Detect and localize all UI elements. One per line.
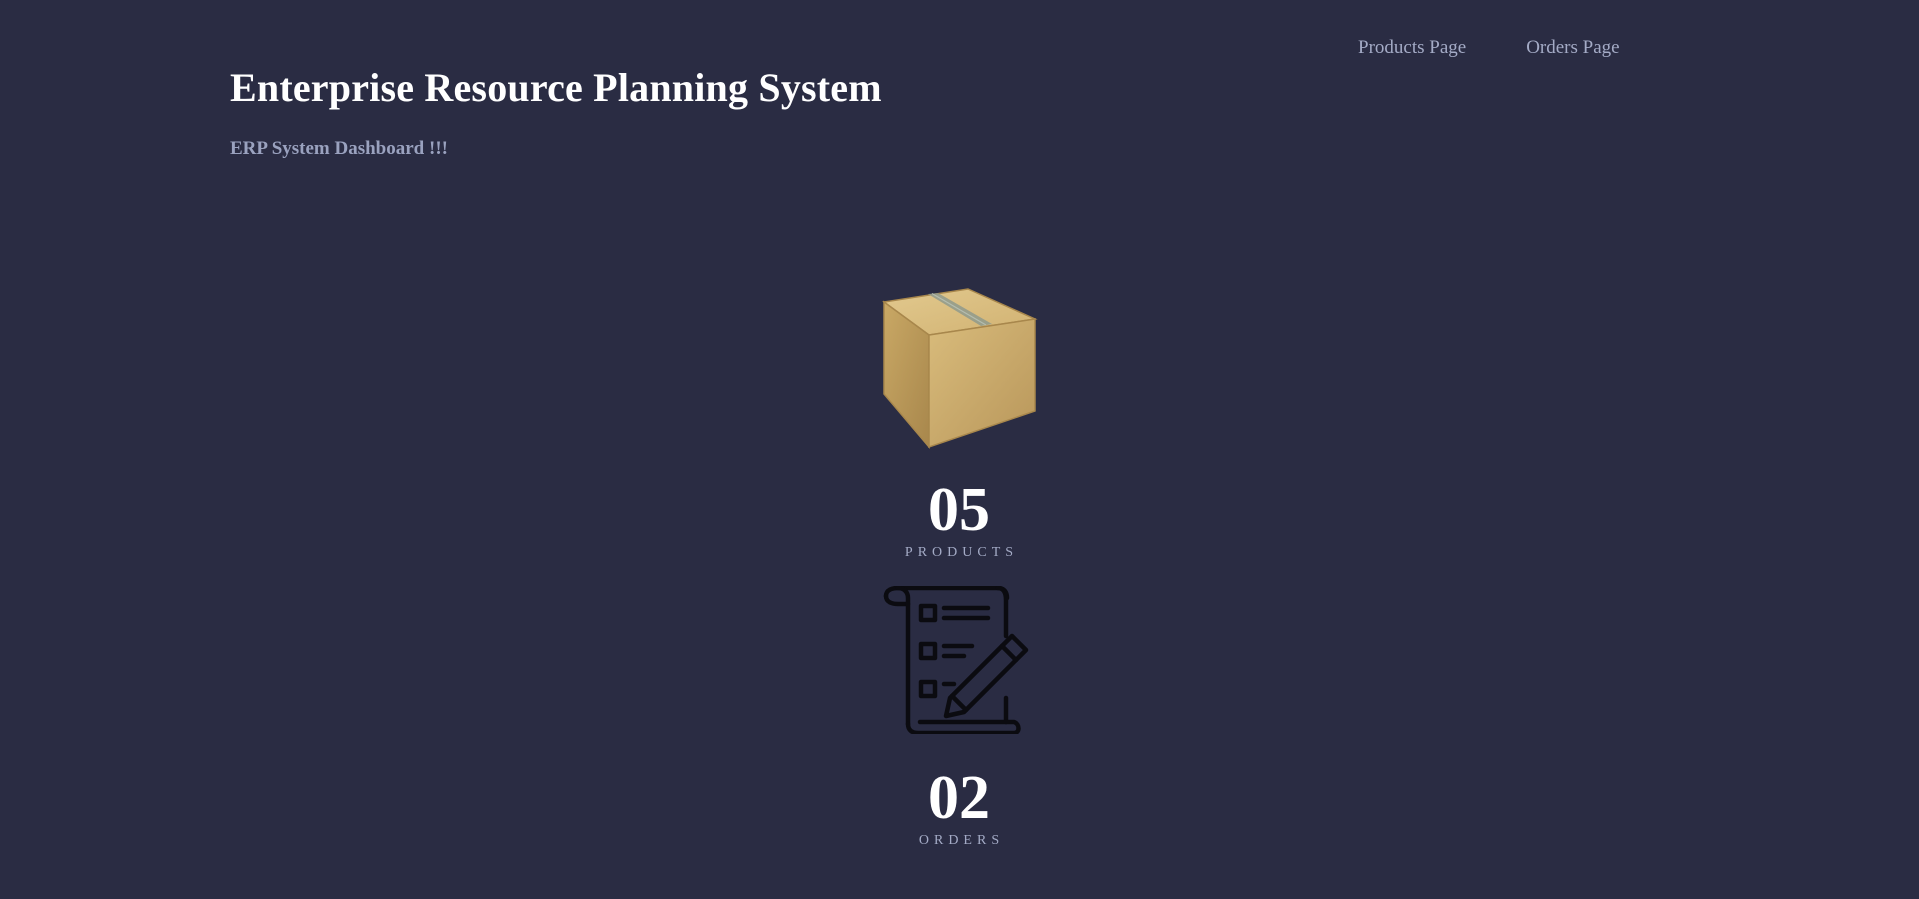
orders-label: ORDERS: [918, 833, 1005, 848]
page-subtitle: ERP System Dashboard !!!: [230, 138, 448, 159]
top-nav: Products Page Orders Page: [1358, 36, 1620, 60]
dashboard-page: Products Page Orders Page Enterprise Res…: [0, 0, 1919, 899]
orders-count: 02: [928, 764, 990, 832]
products-count: 05: [928, 476, 990, 544]
orders-stat: 02 ORDERS: [859, 766, 1059, 850]
page-title: Enterprise Resource Planning System: [230, 65, 882, 110]
checklist-pencil-icon: [883, 586, 1029, 734]
nav-orders-link[interactable]: Orders Page: [1526, 36, 1619, 60]
nav-products-link[interactable]: Products Page: [1358, 36, 1466, 60]
products-stat: 05 PRODUCTS: [859, 478, 1059, 562]
products-label: PRODUCTS: [904, 545, 1019, 560]
cardboard-box-icon: [882, 288, 1038, 450]
